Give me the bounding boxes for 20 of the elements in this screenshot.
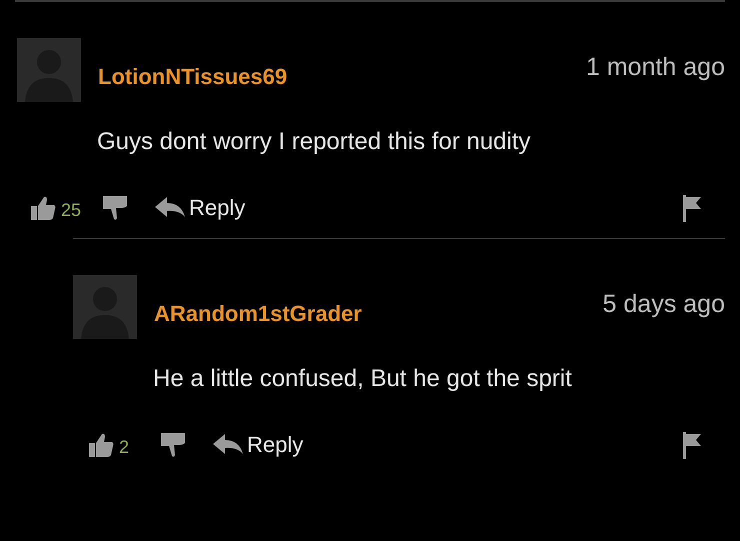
avatar-icon <box>17 38 81 102</box>
thumbs-down-icon[interactable] <box>101 194 129 222</box>
avatar-icon <box>73 275 137 339</box>
reply-arrow-icon[interactable] <box>213 434 243 456</box>
username[interactable]: LotionNTissues69 <box>98 64 288 90</box>
thumbs-up-icon[interactable] <box>29 194 57 222</box>
username[interactable]: ARandom1stGrader <box>154 301 362 327</box>
thumbs-down-icon[interactable] <box>159 431 187 459</box>
reply-button[interactable]: Reply <box>213 432 304 458</box>
flag-icon[interactable] <box>681 194 703 222</box>
reply-button[interactable]: Reply <box>155 195 246 221</box>
like-count: 2 <box>119 436 130 458</box>
timestamp: 1 month ago <box>586 53 725 82</box>
thumbs-up-icon[interactable] <box>87 431 115 459</box>
reply-arrow-icon[interactable] <box>155 197 185 219</box>
comment-text: Guys dont worry I reported this for nudity <box>97 128 532 156</box>
comment-text: He a little confused, But he got the sprit <box>153 365 573 393</box>
flag-icon[interactable] <box>681 431 703 459</box>
like-count: 25 <box>61 200 82 220</box>
timestamp: 5 days ago <box>602 290 725 319</box>
